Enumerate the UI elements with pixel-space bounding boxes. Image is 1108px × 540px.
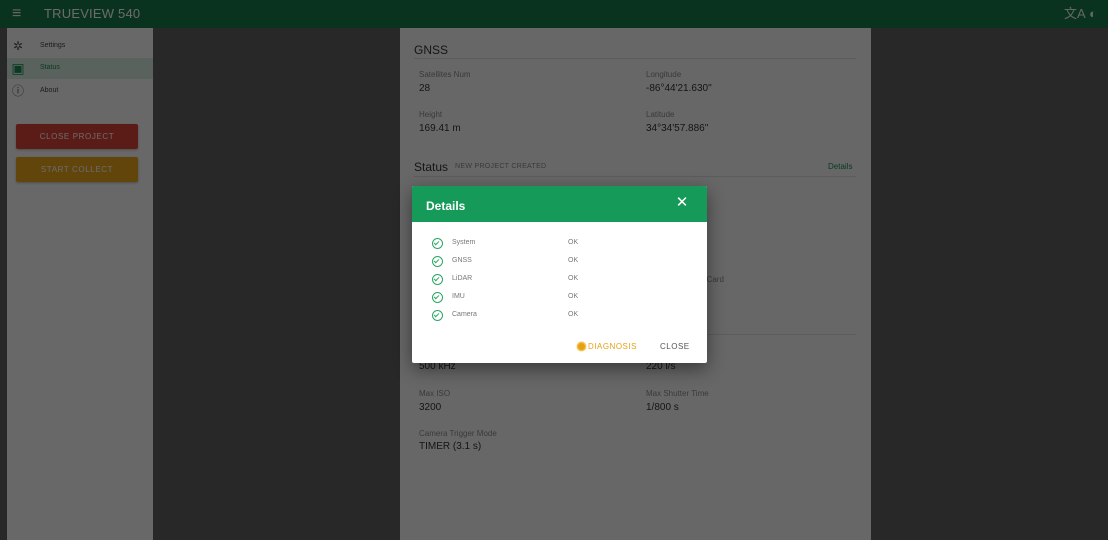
sidebar-item-settings[interactable]: ✲ Settings	[7, 36, 153, 57]
check-circle-icon	[432, 292, 443, 303]
check-status: OK	[568, 275, 579, 282]
sun-icon	[578, 343, 585, 351]
divider	[414, 176, 856, 177]
info-icon: ⓘ	[11, 84, 24, 98]
gear-icon: ✲	[12, 39, 24, 53]
dialog-title: Details	[426, 199, 466, 213]
trigger-mode-label: Camera Trigger Mode	[419, 429, 497, 438]
list-item: System OK	[432, 238, 662, 250]
sidebar-item-label: Status	[40, 64, 60, 71]
diagnosis-button[interactable]: DIAGNOSIS	[578, 342, 637, 351]
check-status: OK	[568, 293, 579, 300]
app-title: TRUEVIEW 540	[44, 6, 141, 21]
longitude-label: Longitude	[646, 70, 682, 79]
details-dialog: Details ✕ System OK GNSS OK LiDAR OK IMU…	[412, 186, 707, 363]
close-project-button[interactable]: CLOSE PROJECT	[16, 124, 138, 149]
sidebar-item-label: About	[40, 87, 59, 94]
sidebar-item-about[interactable]: ⓘ About	[7, 81, 153, 102]
list-item: GNSS OK	[432, 256, 662, 268]
list-item: LiDAR OK	[432, 274, 662, 286]
latitude-label: Latitude	[646, 110, 675, 119]
check-status: OK	[568, 239, 579, 246]
max-shutter-label: Max Shutter Time	[646, 389, 709, 398]
height-value: 169.41 m	[419, 123, 461, 134]
max-iso-label: Max ISO	[419, 389, 451, 398]
check-status: OK	[568, 311, 579, 318]
top-app-bar: ≡ TRUEVIEW 540 文A ◐	[0, 0, 1108, 28]
dialog-header: Details ✕	[412, 186, 707, 222]
sidebar: ✲ Settings ▣ Status ⓘ About CLOSE PROJEC…	[7, 28, 153, 540]
check-name: IMU	[452, 293, 465, 300]
status-subtitle: NEW PROJECT CREATED	[455, 163, 547, 170]
check-status: OK	[568, 257, 579, 264]
check-circle-icon	[432, 310, 443, 321]
check-circle-icon	[432, 274, 443, 285]
trigger-mode-value: TIMER (3.1 s)	[419, 441, 482, 452]
translate-icon[interactable]: 文A	[1064, 5, 1086, 23]
list-item: Camera OK	[432, 310, 662, 322]
satellites-value: 28	[419, 83, 431, 94]
check-name: System	[452, 239, 476, 246]
monitor-icon: ▣	[11, 60, 25, 76]
check-name: LiDAR	[452, 275, 473, 282]
diagnosis-label: DIAGNOSIS	[588, 342, 637, 351]
status-section-title: Status	[414, 160, 449, 174]
check-name: Camera	[452, 311, 477, 318]
sidebar-item-status[interactable]: ▣ Status	[7, 58, 153, 79]
menu-icon[interactable]: ≡	[12, 4, 21, 24]
start-collect-button[interactable]: START COLLECT	[16, 157, 138, 182]
gnss-section-title: GNSS	[414, 43, 449, 57]
divider	[414, 58, 856, 59]
longitude-value: -86°44'21.630"	[646, 83, 712, 94]
height-label: Height	[419, 110, 443, 119]
sidebar-item-label: Settings	[40, 42, 66, 49]
check-circle-icon	[432, 238, 443, 249]
close-button[interactable]: CLOSE	[660, 342, 690, 351]
latitude-value: 34°34'57.886"	[646, 123, 709, 134]
check-name: GNSS	[452, 257, 472, 264]
theme-icon[interactable]: ◐	[1089, 5, 1097, 23]
max-iso-value: 3200	[419, 402, 442, 413]
close-icon[interactable]: ✕	[675, 195, 689, 210]
details-link[interactable]: Details	[828, 162, 852, 171]
check-circle-icon	[432, 256, 443, 267]
satellites-label: Satellites Num	[419, 70, 471, 79]
max-shutter-value: 1/800 s	[646, 402, 679, 413]
list-item: IMU OK	[432, 292, 662, 304]
